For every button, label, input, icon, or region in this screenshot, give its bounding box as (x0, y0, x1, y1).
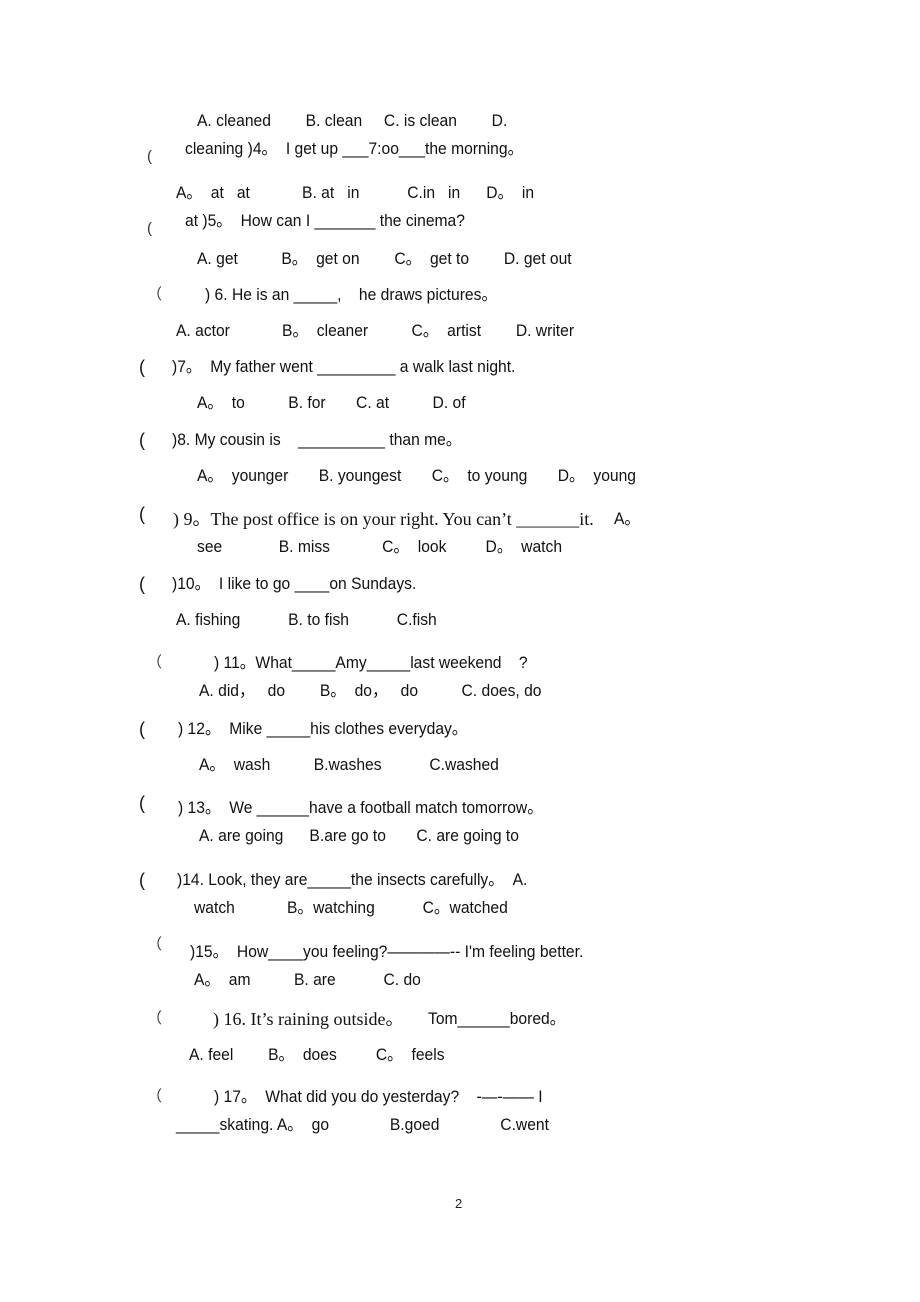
answer-paren-q8: ( (139, 430, 145, 450)
q6-options: A. actor B。 cleaner C。 artist D. writer (176, 321, 575, 340)
q9-options: see B. miss C。 look D。 watch (197, 537, 563, 556)
q10-options: A. fishing B. to fish C.fish (176, 610, 437, 629)
q7-stem: )7。 My father went _________ a walk last… (172, 357, 516, 376)
q8-options: A。 younger B. youngest C。 to young D。 yo… (197, 466, 636, 485)
answer-paren-q4: ( (147, 148, 152, 165)
answer-paren-q11: （ (147, 654, 163, 671)
q8-stem: )8. My cousin is __________ than me。 (172, 430, 462, 449)
q11-options: A. did， do B。 do， do C. does, do (199, 681, 542, 700)
q17-options: _____skating. A。 go B.goed C.went (176, 1115, 549, 1134)
answer-paren-q10: ( (139, 574, 145, 594)
answer-paren-q16: （ (147, 1010, 163, 1027)
answer-paren-q6: （ (147, 286, 163, 303)
q4-stem: cleaning )4。 I get up ___7:oo___the morn… (185, 139, 524, 158)
answer-paren-q14: ( (139, 870, 145, 890)
q7-options: A。 to B. for C. at D. of (197, 393, 466, 412)
q16-stem-tail: Tom______bored。 (428, 1009, 566, 1028)
q6-stem: ) 6. He is an _____, he draws pictures。 (205, 285, 498, 304)
q15-options: A。 am B. are C. do (194, 970, 421, 989)
q16-stem: ) 16. It’s raining outside。 (213, 1009, 404, 1029)
answer-paren-q13: ( (139, 793, 145, 813)
q15-stem: )15。 How____you feeling?————-- I'm feeli… (190, 942, 584, 961)
q16-options: A. feel B。 does C。 feels (189, 1045, 445, 1064)
q12-options: A。 wash B.washes C.washed (199, 755, 499, 774)
q4-options: A。 at at B. at in C.in in D。 in (176, 183, 535, 202)
q9-option-a-label: A。 (614, 509, 641, 528)
answer-paren-q12: ( (139, 719, 145, 739)
answer-paren-q17: （ (147, 1088, 163, 1105)
q10-stem: )10。 I like to go ____on Sundays. (172, 574, 417, 593)
q13-options: A. are going B.are go to C. are going to (199, 826, 519, 845)
q17-stem: ) 17。 What did you do yesterday? -—-—— I (214, 1087, 543, 1106)
q11-stem: ) 11。What_____Amy_____last weekend ? (214, 653, 528, 672)
q14-options: watch B。watching C。watched (194, 898, 508, 917)
q3-options: A. cleaned B. clean C. is clean D. (197, 111, 508, 130)
q9-stem: ) 9。The post office is on your right. Yo… (173, 509, 594, 529)
q5-stem: at )5。 How can I _______ the cinema? (185, 211, 465, 230)
answer-paren-q7: ( (139, 357, 145, 377)
q5-options: A. get B。 get on C。 get to D. get out (197, 249, 572, 268)
q14-stem: )14. Look, they are_____the insects care… (177, 870, 528, 889)
page-number: 2 (455, 1196, 463, 1211)
worksheet-page: A. cleaned B. clean C. is clean D. ( cle… (0, 0, 920, 1302)
answer-paren-q5: ( (147, 220, 152, 237)
q12-stem: ) 12。 Mike _____his clothes everyday。 (178, 719, 468, 738)
answer-paren-q15: （ (147, 936, 163, 953)
answer-paren-q9: ( (139, 504, 145, 524)
q13-stem: ) 13。 We ______have a football match tom… (178, 798, 543, 817)
